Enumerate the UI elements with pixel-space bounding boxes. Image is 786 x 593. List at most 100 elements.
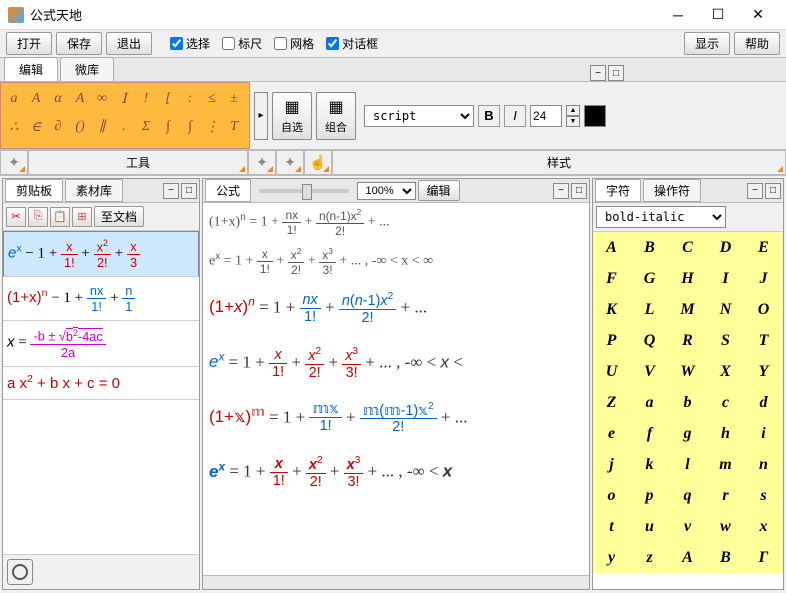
palette-cell[interactable]: A: [69, 85, 91, 113]
style-label[interactable]: 样式: [332, 150, 786, 175]
palette-cell[interactable]: ∂: [47, 113, 69, 141]
combo-button[interactable]: ▦组合: [316, 92, 356, 140]
right-max[interactable]: □: [765, 183, 781, 199]
save-button[interactable]: 保存: [56, 32, 102, 55]
char-cell[interactable]: N: [707, 294, 745, 325]
panel-max-button[interactable]: □: [608, 65, 624, 81]
tab-microlib[interactable]: 微库: [60, 57, 114, 81]
char-cell[interactable]: M: [669, 294, 707, 325]
clip-item[interactable]: ex − 1 + x1! + x22! + x3: [3, 231, 199, 277]
palette-expand-icon[interactable]: ▸: [254, 92, 268, 140]
right-min[interactable]: −: [747, 183, 763, 199]
char-cell[interactable]: A: [593, 232, 631, 263]
show-button[interactable]: 显示: [684, 32, 730, 55]
palette-cell[interactable]: ≤: [201, 85, 223, 113]
palette-cell[interactable]: ∞: [91, 85, 113, 113]
left-max[interactable]: □: [181, 183, 197, 199]
char-cell[interactable]: Y: [745, 356, 783, 387]
char-cell[interactable]: o: [593, 480, 631, 511]
grid-icon[interactable]: ⊞: [72, 207, 92, 227]
clip-item[interactable]: x = -b ± √b2-4ac2a: [3, 321, 199, 366]
paste-icon[interactable]: 📋: [50, 207, 70, 227]
char-cell[interactable]: s: [745, 480, 783, 511]
tab-chars[interactable]: 字符: [595, 179, 641, 202]
left-min[interactable]: −: [163, 183, 179, 199]
formula-canvas[interactable]: (1+x)n = 1 + nx1! + n(n-1)x22! + ...ex =…: [203, 203, 589, 575]
char-cell[interactable]: B: [631, 232, 669, 263]
palette-cell[interactable]: ±: [223, 85, 245, 113]
char-cell[interactable]: A: [669, 542, 707, 573]
hand-icon[interactable]: ☝: [304, 150, 332, 175]
color-swatch[interactable]: [584, 105, 606, 127]
tools-label[interactable]: 工具: [28, 150, 248, 175]
char-cell[interactable]: G: [631, 263, 669, 294]
copy-icon[interactable]: ⎘: [28, 207, 48, 227]
formula-big[interactable]: (1+x)n = 1 + nx1! + n(n-1)x22! + ...: [203, 281, 589, 336]
dialog-checkbox[interactable]: 对话框: [326, 35, 378, 52]
grid-checkbox[interactable]: 网格: [274, 35, 314, 52]
formula-small[interactable]: ex = 1 + x1! + x22! + x33! + ... , -∞ < …: [203, 242, 589, 281]
fontsize-up[interactable]: ▲: [566, 105, 580, 116]
char-cell[interactable]: W: [669, 356, 707, 387]
maximize-button[interactable]: ☐: [698, 1, 738, 29]
wand-2[interactable]: ✦: [248, 150, 276, 175]
char-cell[interactable]: j: [593, 449, 631, 480]
minimize-button[interactable]: ─: [658, 1, 698, 29]
palette-cell[interactable]: ∫: [179, 113, 201, 141]
char-cell[interactable]: m: [707, 449, 745, 480]
formula-big[interactable]: ex = 1 + x1! + x22! + x33! + ... , -∞ < …: [203, 445, 589, 500]
char-cell[interactable]: v: [669, 511, 707, 542]
char-cell[interactable]: l: [669, 449, 707, 480]
palette-cell[interactable]: Σ: [135, 113, 157, 141]
char-cell[interactable]: f: [631, 418, 669, 449]
char-cell[interactable]: r: [707, 480, 745, 511]
char-cell[interactable]: Q: [631, 325, 669, 356]
clipboard-list[interactable]: ex − 1 + x1! + x22! + x3(1+x)n − 1 + nx1…: [3, 231, 199, 554]
char-cell[interactable]: H: [669, 263, 707, 294]
palette-cell[interactable]: !: [135, 85, 157, 113]
char-cell[interactable]: y: [593, 542, 631, 573]
char-cell[interactable]: J: [745, 263, 783, 294]
palette-cell[interactable]: ∥: [91, 113, 113, 141]
fontsize-down[interactable]: ▼: [566, 116, 580, 127]
tab-clipboard[interactable]: 剪贴板: [5, 179, 63, 202]
char-cell[interactable]: K: [593, 294, 631, 325]
center-max[interactable]: □: [571, 183, 587, 199]
zoom-slider[interactable]: [259, 189, 348, 193]
char-cell[interactable]: D: [707, 232, 745, 263]
char-cell[interactable]: c: [707, 387, 745, 418]
palette-cell[interactable]: T: [223, 113, 245, 141]
formula-big[interactable]: ex = 1 + x1! + x22! + x33! + ... , -∞ < …: [203, 336, 589, 391]
palette-cell[interactable]: ∴: [3, 113, 25, 141]
char-cell[interactable]: t: [593, 511, 631, 542]
char-cell[interactable]: p: [631, 480, 669, 511]
panel-min-button[interactable]: −: [590, 65, 606, 81]
center-edit-button[interactable]: 编辑: [418, 180, 460, 201]
char-cell[interactable]: d: [745, 387, 783, 418]
palette-cell[interactable]: A: [25, 85, 47, 113]
fontsize-input[interactable]: [530, 105, 562, 127]
palette-cell[interactable]: α: [47, 85, 69, 113]
char-cell[interactable]: B: [707, 542, 745, 573]
charfont-select[interactable]: bold-italic: [596, 206, 726, 228]
tab-matlib[interactable]: 素材库: [65, 179, 123, 202]
clip-item[interactable]: a x2 + b x + c = 0: [3, 367, 199, 400]
char-cell[interactable]: T: [745, 325, 783, 356]
char-cell[interactable]: n: [745, 449, 783, 480]
open-button[interactable]: 打开: [6, 32, 52, 55]
select-checkbox[interactable]: 选择: [170, 35, 210, 52]
center-min[interactable]: −: [553, 183, 569, 199]
palette-cell[interactable]: .: [113, 113, 135, 141]
char-cell[interactable]: e: [593, 418, 631, 449]
record-button[interactable]: [7, 559, 33, 585]
char-cell[interactable]: q: [669, 480, 707, 511]
char-cell[interactable]: V: [631, 356, 669, 387]
font-select[interactable]: script: [364, 105, 474, 127]
todoc-button[interactable]: 至文档: [94, 206, 144, 227]
tab-ops[interactable]: 操作符: [643, 179, 701, 202]
close-button[interactable]: ✕: [738, 1, 778, 29]
palette-cell[interactable]: ∈: [25, 113, 47, 141]
palette-cell[interactable]: Ⅰ: [113, 85, 135, 113]
clip-item[interactable]: (1+x)n − 1 + nx1! + n1: [3, 277, 199, 321]
help-button[interactable]: 帮助: [734, 32, 780, 55]
